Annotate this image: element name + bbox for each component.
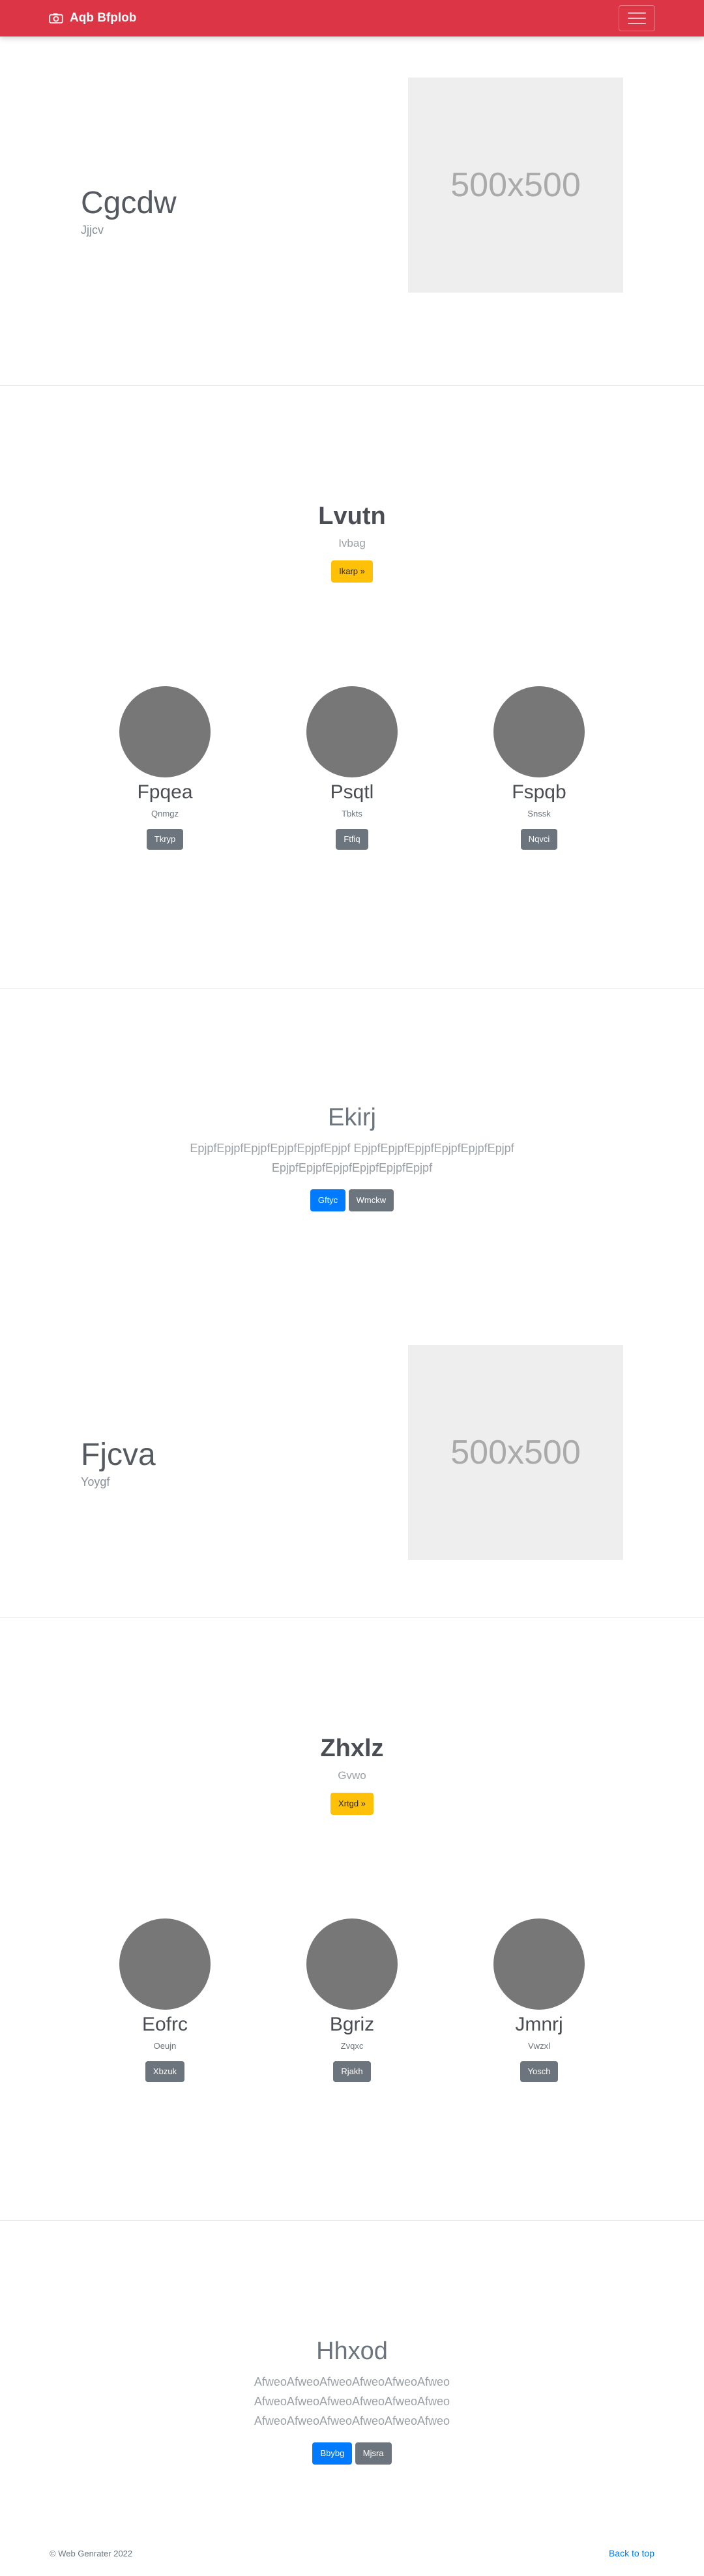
paragraph-line: AfweoAfweoAfweoAfweoAfweoAfweo <box>254 2375 450 2388</box>
team-section-1: Lvutn Ivbag Ikarp » Fpqea Qnmgz Tkryp Ps… <box>0 386 704 989</box>
member-role: Vwzxl <box>528 2041 550 2051</box>
member-role: Qnmgz <box>151 809 179 818</box>
navbar-toggler-button[interactable] <box>619 5 655 31</box>
avatar <box>493 686 585 777</box>
team-section-2: Zhxlz Gvwo Xrtgd » Eofrc Oeujn Xbzuk Bgr… <box>0 1618 704 2221</box>
brand-name: Aqb Bfplob <box>70 11 137 25</box>
feature-title: Cgcdw <box>81 185 177 220</box>
team-member-card: Psqtl Tbkts Ftfiq <box>259 686 446 850</box>
menu-icon-bar <box>628 23 646 24</box>
member-name: Bgriz <box>329 2014 375 2035</box>
member-name: Jmnrj <box>515 2014 563 2035</box>
team-member-card: Eofrc Oeujn Xbzuk <box>72 1918 259 2082</box>
team-member-card: Fpqea Qnmgz Tkryp <box>72 686 259 850</box>
text-section-paragraph: AfweoAfweoAfweoAfweoAfweoAfweo AfweoAfwe… <box>0 2372 704 2431</box>
member-button[interactable]: Xbzuk <box>145 2061 185 2082</box>
paragraph-line: AfweoAfweoAfweoAfweoAfweoAfweo <box>254 2414 450 2427</box>
section-action-button[interactable]: Xrtgd » <box>330 1793 374 1815</box>
member-role: Tbkts <box>342 809 362 818</box>
placeholder-image-label: 500x500 <box>450 1434 581 1471</box>
team-member-card: Fspqb Snssk Nqvci <box>446 686 633 850</box>
back-to-top-link[interactable]: Back to top <box>609 2548 654 2558</box>
copyright-text: © Web Genrater 2022 <box>50 2548 133 2558</box>
text-section-title: Hhxod <box>316 2337 388 2365</box>
member-button[interactable]: Ftfiq <box>336 829 368 850</box>
placeholder-image: 500x500 <box>408 78 623 293</box>
avatar <box>119 1918 211 2010</box>
section-subtitle: Gvwo <box>338 1769 366 1782</box>
text-section-title: Ekirj <box>328 1104 376 1131</box>
paragraph-line: EpjpfEpjpfEpjpfEpjpfEpjpfEpjpf EpjpfEpjp… <box>190 1142 514 1155</box>
avatar <box>306 686 398 777</box>
text-section-1: Ekirj EpjpfEpjpfEpjpfEpjpfEpjpfEpjpf Epj… <box>0 989 704 1308</box>
member-name: Fpqea <box>137 781 193 803</box>
camera-icon <box>49 13 63 23</box>
member-button[interactable]: Nqvci <box>520 829 558 850</box>
footer: © Web Genrater 2022 Back to top <box>0 2540 704 2566</box>
member-button[interactable]: Rjakh <box>333 2061 371 2082</box>
primary-button[interactable]: Gftyc <box>310 1189 346 1211</box>
member-button[interactable]: Yosch <box>520 2061 559 2082</box>
feature-lead: Jjjcv <box>81 223 104 237</box>
placeholder-image-label: 500x500 <box>450 166 581 204</box>
avatar <box>119 686 211 777</box>
member-name: Fspqb <box>512 781 566 803</box>
member-name: Psqtl <box>330 781 374 803</box>
menu-icon-bar <box>628 12 646 14</box>
section-subtitle: Ivbag <box>338 537 366 549</box>
avatar <box>306 1918 398 2010</box>
member-name: Eofrc <box>141 2014 188 2035</box>
paragraph-line: EpjpfEpjpfEpjpfEpjpfEpjpfEpjpf <box>271 1161 433 1174</box>
secondary-button[interactable]: Mjsra <box>355 2442 392 2465</box>
feature-title: Fjcva <box>81 1437 156 1472</box>
section-action-button[interactable]: Ikarp » <box>331 560 373 583</box>
member-role: Zvqxc <box>340 2041 364 2051</box>
paragraph-line: AfweoAfweoAfweoAfweoAfweoAfweo <box>254 2395 450 2408</box>
member-button[interactable]: Tkryp <box>146 829 184 850</box>
member-role: Oeujn <box>153 2041 177 2051</box>
avatar <box>493 1918 585 2010</box>
team-member-card: Bgriz Zvqxc Rjakh <box>259 1918 446 2082</box>
section-title: Zhxlz <box>320 1735 384 1762</box>
primary-button[interactable]: Bbybg <box>312 2442 353 2465</box>
feature-lead: Yoygf <box>81 1475 110 1488</box>
text-section-2: Hhxod AfweoAfweoAfweoAfweoAfweoAfweo Afw… <box>0 2221 704 2540</box>
brand-link[interactable]: Aqb Bfplob <box>49 11 136 25</box>
placeholder-image: 500x500 <box>408 1345 623 1560</box>
feature-section-2: Fjcva Yoygf 500x500 <box>0 1308 704 1618</box>
section-title: Lvutn <box>318 502 386 530</box>
secondary-button[interactable]: Wmckw <box>348 1189 394 1211</box>
member-role: Snssk <box>527 809 551 818</box>
text-section-paragraph: EpjpfEpjpfEpjpfEpjpfEpjpfEpjpf EpjpfEpjp… <box>0 1138 704 1178</box>
team-member-card: Jmnrj Vwzxl Yosch <box>446 1918 633 2082</box>
menu-icon-bar <box>628 18 646 19</box>
navbar: Aqb Bfplob <box>0 0 704 36</box>
feature-section-1: Cgcdw Jjjcv 500x500 <box>0 36 704 386</box>
